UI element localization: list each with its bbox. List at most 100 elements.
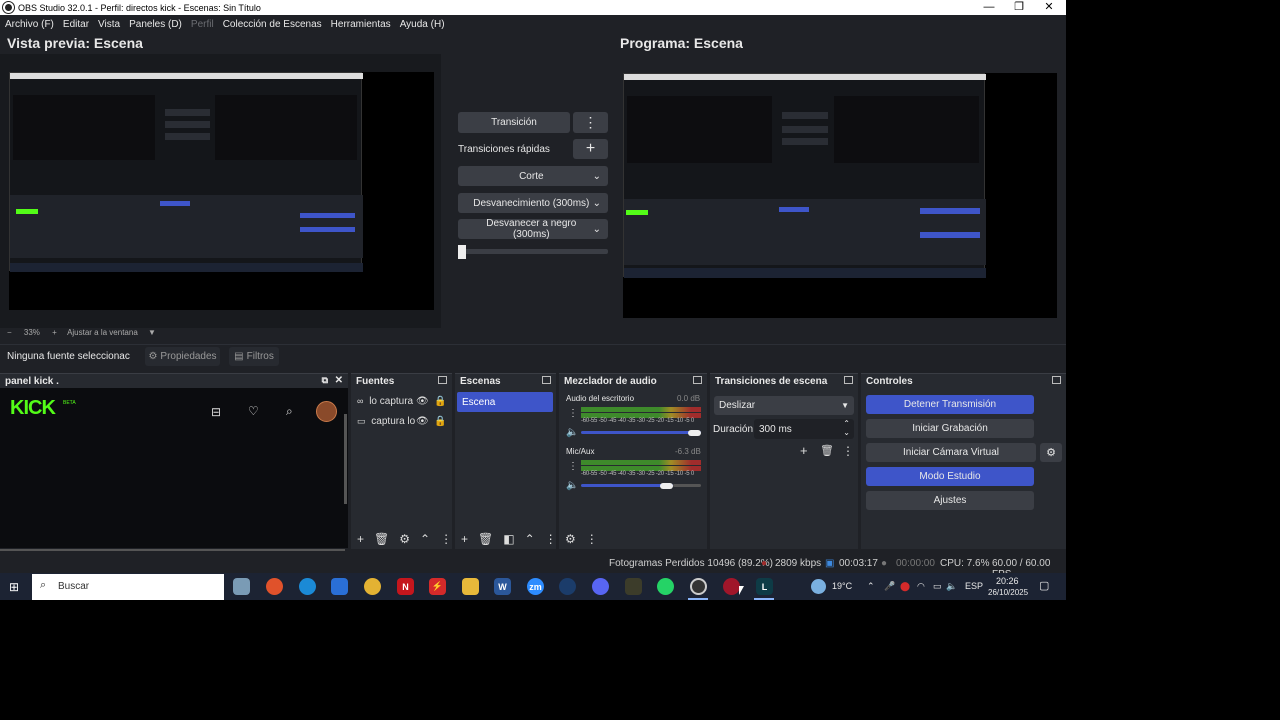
discord-icon[interactable] [592, 578, 609, 595]
remove-transition-trash-icon[interactable]: 🗑 [820, 444, 834, 457]
game-app-icon[interactable] [625, 578, 642, 595]
move-up-chevron-icon[interactable]: ⌃ [420, 532, 430, 546]
channel-kebab-icon[interactable]: ⋮ [568, 461, 578, 472]
transition-slider[interactable] [458, 249, 608, 254]
zoom-out-button[interactable]: − [7, 328, 12, 337]
scenes-kebab-icon[interactable]: ⋮ [545, 532, 557, 546]
windows-start-icon[interactable]: ⊞ [9, 580, 19, 594]
menu-editar[interactable]: Editar [63, 19, 89, 30]
file-explorer-icon[interactable] [462, 578, 479, 595]
zoom-icon[interactable]: zm [527, 578, 544, 595]
kick-panel-scrollbar[interactable] [0, 549, 345, 551]
menu-vista[interactable]: Vista [98, 19, 120, 30]
stop-streaming-button[interactable]: Detener Transmisión [866, 395, 1034, 414]
weather-icon[interactable] [811, 579, 826, 594]
edge-icon[interactable] [299, 578, 316, 595]
zoom-dropdown-icon[interactable]: ▼ [148, 328, 156, 337]
volume-icon[interactable]: 🔈 [946, 581, 957, 592]
zoom-in-button[interactable]: + [52, 328, 57, 337]
bolt-app-icon[interactable]: ⚡ [429, 578, 446, 595]
undock-icon[interactable] [542, 376, 551, 384]
menu-paneles[interactable]: Paneles (D) [129, 19, 182, 30]
undock-icon[interactable]: ⧉ [322, 375, 328, 386]
chrome-icon[interactable] [364, 578, 381, 595]
wifi-icon[interactable]: ◠ [917, 581, 925, 592]
lock-icon[interactable]: 🔒 [434, 396, 446, 407]
volume-slider[interactable] [581, 431, 701, 434]
sources-kebab-icon[interactable]: ⋮ [440, 532, 452, 546]
undock-icon[interactable] [693, 376, 702, 384]
menu-ayuda[interactable]: Ayuda (H) [400, 19, 445, 30]
scene-filters-icon[interactable]: ◧ [503, 532, 514, 546]
mixer-kebab-icon[interactable]: ⋮ [586, 532, 598, 546]
transition-kebab-icon[interactable]: ⋮ [842, 444, 854, 458]
transition-button[interactable]: Transición [458, 112, 570, 133]
studio-mode-button[interactable]: Modo Estudio [866, 467, 1034, 486]
add-quick-transition-plus-icon[interactable]: + [573, 139, 608, 159]
volume-slider-track[interactable] [673, 484, 701, 487]
close-panel-icon[interactable]: ✕ [335, 375, 343, 386]
start-recording-button[interactable]: Iniciar Grabación [866, 419, 1034, 438]
move-up-chevron-icon[interactable]: ⌃ [525, 532, 535, 546]
start-virtual-camera-button[interactable]: Iniciar Cámara Virtual [866, 443, 1036, 462]
notifications-icon[interactable]: ▢ [1039, 579, 1049, 592]
kick-heart-icon[interactable]: ♡ [248, 404, 259, 418]
menu-herramientas[interactable]: Herramientas [331, 19, 391, 30]
zoom-fit-label[interactable]: Ajustar a la ventana [67, 328, 138, 337]
undock-icon[interactable] [1052, 376, 1061, 384]
speaker-icon[interactable]: 🔈 [566, 427, 578, 438]
netflix-icon[interactable]: N [397, 578, 414, 595]
language-indicator[interactable]: ESP [965, 581, 983, 591]
virtual-camera-settings-gear-icon[interactable]: ⚙ [1040, 443, 1062, 462]
store-icon[interactable] [331, 578, 348, 595]
quick-transition-fade[interactable]: Desvanecimiento (300ms) ⌄ [458, 193, 608, 213]
speaker-icon[interactable]: 🔈 [566, 480, 578, 491]
scene-item-selected[interactable]: Escena [457, 392, 553, 412]
clock-date[interactable]: 26/10/2025 [988, 588, 1028, 597]
eye-icon[interactable]: 👁 [416, 416, 429, 427]
menu-coleccion-escenas[interactable]: Colección de Escenas [223, 19, 322, 30]
menu-perfil[interactable]: Perfil [191, 19, 214, 30]
kick-panel-vscroll[interactable] [344, 414, 347, 504]
tray-chevron-up-icon[interactable]: ⌃ [867, 581, 875, 592]
undock-icon[interactable] [844, 376, 853, 384]
add-transition-plus-icon[interactable]: + [800, 443, 808, 458]
transition-slider-handle[interactable] [458, 245, 466, 259]
remove-scene-trash-icon[interactable]: 🗑 [478, 532, 493, 546]
battery-icon[interactable]: ▭ [933, 581, 942, 592]
source-settings-gear-icon[interactable]: ⚙ [399, 532, 410, 546]
source-item[interactable]: ∞ lo captura 👁 🔒 [357, 396, 449, 410]
microphone-icon[interactable]: 🎤 [884, 581, 895, 592]
quick-transition-fade-black[interactable]: Desvanecer a negro (300ms) ⌄ [458, 218, 608, 240]
kick-channels-icon[interactable]: ⊟ [211, 405, 221, 419]
whatsapp-icon[interactable] [657, 578, 674, 595]
volume-slider-handle[interactable] [688, 430, 701, 436]
duration-input[interactable]: 300 ms ⌃ ⌄ [754, 419, 854, 439]
kick-search-icon[interactable]: ⌕ [286, 404, 293, 419]
opera-icon[interactable] [723, 578, 740, 595]
volume-slider-handle[interactable] [660, 483, 673, 489]
taskbar-search-input[interactable]: ⌕ Buscar [32, 574, 224, 600]
widgets-icon[interactable] [233, 578, 250, 595]
clock-time[interactable]: 20:26 [996, 576, 1019, 586]
word-icon[interactable]: W [494, 578, 511, 595]
transition-type-select[interactable]: Deslizar ▼ [714, 396, 854, 415]
filters-button[interactable]: ▤ Filtros [229, 347, 279, 366]
obs-taskbar-icon[interactable] [690, 578, 707, 595]
advanced-audio-gear-icon[interactable]: ⚙ [565, 532, 576, 546]
channel-kebab-icon[interactable]: ⋮ [568, 408, 578, 419]
record-tray-icon[interactable]: ⬤ [900, 581, 910, 592]
minimize-button[interactable]: — [974, 0, 1004, 15]
add-scene-plus-icon[interactable]: + [461, 532, 468, 546]
undock-icon[interactable] [438, 376, 447, 384]
transition-menu-kebab-icon[interactable]: ⋮ [573, 112, 608, 133]
lock-icon[interactable]: 🔒 [434, 416, 446, 427]
menu-archivo[interactable]: Archivo (F) [5, 19, 54, 30]
steam-icon[interactable] [559, 578, 576, 595]
source-item[interactable]: ▭ captura lo 👁 🔒 [357, 416, 449, 430]
close-button[interactable]: ✕ [1034, 0, 1064, 15]
stepper-arrows-icon[interactable]: ⌃ ⌄ [843, 419, 850, 437]
eye-icon[interactable]: 👁 [416, 396, 429, 407]
quick-transition-corte[interactable]: Corte ⌄ [458, 166, 608, 186]
add-source-plus-icon[interactable]: + [357, 532, 364, 546]
